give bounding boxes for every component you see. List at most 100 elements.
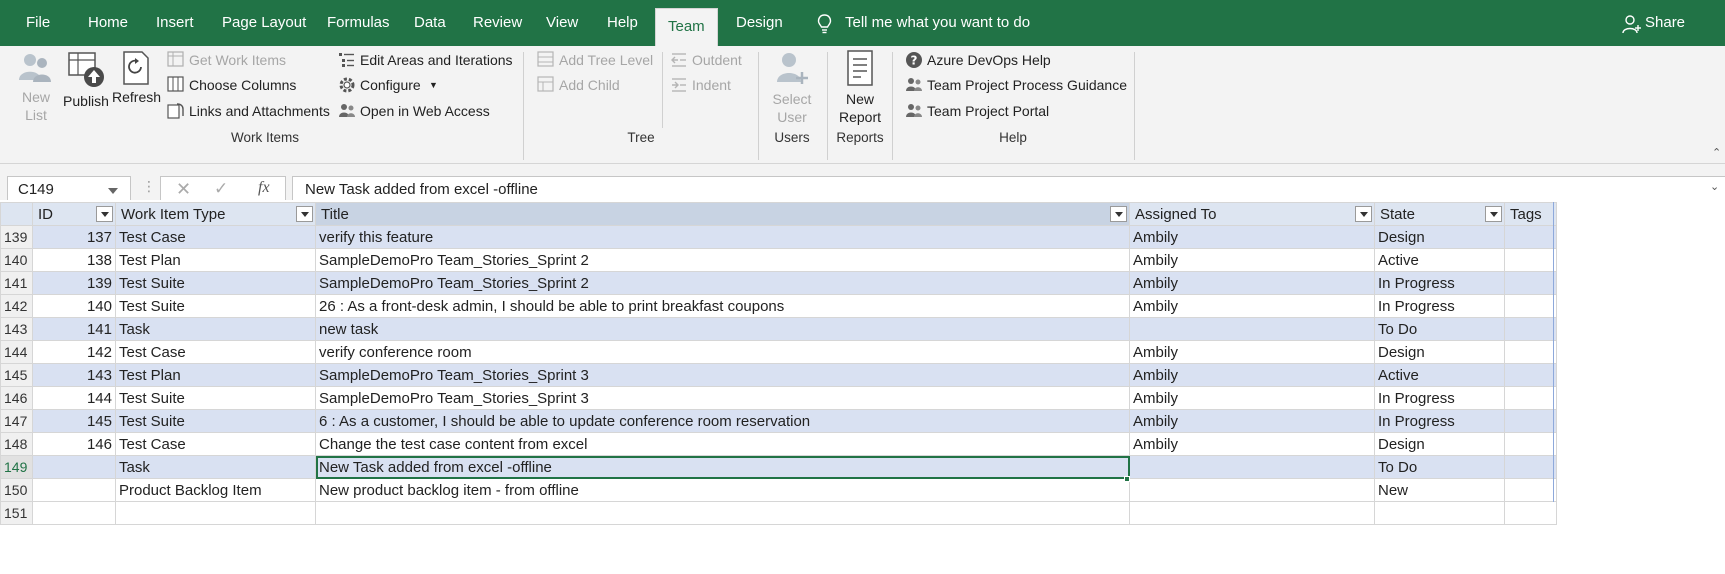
cell-state[interactable]: New (1374, 478, 1505, 502)
cell-state[interactable]: Design (1374, 225, 1505, 249)
cell-empty[interactable] (1556, 386, 1577, 410)
cell-state[interactable]: In Progress (1374, 409, 1505, 433)
table-row[interactable]: 140 138 Test Plan SampleDemoPro Team_Storie… (0, 248, 1577, 272)
cell-tags[interactable] (1504, 340, 1557, 364)
tab-team[interactable]: Team (655, 8, 718, 46)
cell-work-item-type[interactable]: Test Plan (115, 363, 316, 387)
filter-dropdown-icon[interactable] (296, 206, 313, 222)
cancel-icon[interactable]: ✕ (176, 179, 191, 200)
cell-empty[interactable] (1556, 340, 1577, 364)
cell-id[interactable] (32, 478, 116, 502)
cell-empty[interactable] (1556, 294, 1577, 318)
cell-tags[interactable] (1504, 271, 1557, 295)
cell-empty[interactable] (1556, 317, 1577, 341)
cell-tags[interactable] (1504, 363, 1557, 387)
cell-id[interactable]: 146 (32, 432, 116, 456)
table-row[interactable]: 150 Product Backlog Item New product backl… (0, 478, 1577, 502)
cell-title[interactable]: 6 : As a customer, I should be able to u… (315, 409, 1130, 433)
row-number[interactable]: 140 (0, 248, 33, 272)
cell-empty[interactable] (1556, 432, 1577, 456)
row-number[interactable]: 149 (0, 455, 33, 479)
cell-empty[interactable] (1556, 225, 1577, 249)
tab-design[interactable]: Design (736, 0, 783, 46)
cell-tags[interactable] (1504, 225, 1557, 249)
row-number[interactable]: 142 (0, 294, 33, 318)
table-row[interactable]: 142 140 Test Suite 26 : As a front-desk adm… (0, 294, 1577, 318)
select-user-button[interactable]: Select User (766, 50, 818, 126)
cell-state[interactable] (1374, 501, 1505, 525)
column-header-tags[interactable]: Tags (1504, 202, 1557, 226)
cell-tags[interactable] (1504, 478, 1557, 502)
cell-title[interactable]: SampleDemoPro Team_Stories_Sprint 2 (315, 248, 1130, 272)
name-box-chevron-down-icon[interactable] (108, 188, 118, 194)
cell-state[interactable]: Design (1374, 432, 1505, 456)
table-row[interactable]: 144 142 Test Case verify conference room Amb… (0, 340, 1577, 364)
cell-tags[interactable] (1504, 455, 1557, 479)
row-number[interactable]: 144 (0, 340, 33, 364)
cell-id[interactable] (32, 455, 116, 479)
table-row[interactable]: 149 Task New Task added from excel -offlin… (0, 455, 1577, 479)
cell-work-item-type[interactable]: Test Plan (115, 248, 316, 272)
cell-tags[interactable] (1504, 409, 1557, 433)
cell-work-item-type[interactable] (115, 501, 316, 525)
cell-assigned-to[interactable]: Ambily (1129, 409, 1375, 433)
cell-empty[interactable] (1556, 455, 1577, 479)
cell-assigned-to[interactable]: Ambily (1129, 248, 1375, 272)
cell-id[interactable]: 145 (32, 409, 116, 433)
cell-state[interactable]: To Do (1374, 455, 1505, 479)
column-header-state[interactable]: State (1374, 202, 1505, 226)
cell-work-item-type[interactable]: Test Case (115, 225, 316, 249)
cell-assigned-to[interactable] (1129, 501, 1375, 525)
cell-tags[interactable] (1504, 248, 1557, 272)
cell-id[interactable]: 144 (32, 386, 116, 410)
cell-id[interactable]: 139 (32, 271, 116, 295)
cell-tags[interactable] (1504, 432, 1557, 456)
cell-title[interactable]: New product backlog item - from offline (315, 478, 1130, 502)
cell-assigned-to[interactable]: Ambily (1129, 271, 1375, 295)
cell-assigned-to[interactable]: Ambily (1129, 225, 1375, 249)
cell-empty[interactable] (1556, 363, 1577, 387)
cell-id[interactable]: 141 (32, 317, 116, 341)
cell-work-item-type[interactable]: Test Case (115, 432, 316, 456)
row-number[interactable]: 143 (0, 317, 33, 341)
cell-work-item-type[interactable]: Product Backlog Item (115, 478, 316, 502)
cell-title[interactable]: New Task added from excel -offline (315, 455, 1130, 479)
cell-id[interactable]: 142 (32, 340, 116, 364)
cell-state[interactable]: Active (1374, 363, 1505, 387)
column-header-assigned-to[interactable]: Assigned To (1129, 202, 1375, 226)
refresh-button[interactable]: Refresh (112, 50, 161, 106)
filter-dropdown-icon[interactable] (1485, 206, 1502, 222)
cell-empty[interactable] (1556, 478, 1577, 502)
tab-formulas[interactable]: Formulas (327, 0, 390, 46)
row-number[interactable]: 145 (0, 363, 33, 387)
share-button[interactable]: Share (1645, 0, 1685, 46)
share-person-icon[interactable] (1622, 14, 1642, 34)
column-header-id[interactable]: ID (32, 202, 116, 226)
cell-id[interactable] (32, 501, 116, 525)
cell-assigned-to[interactable]: Ambily (1129, 363, 1375, 387)
cell-title[interactable]: SampleDemoPro Team_Stories_Sprint 3 (315, 386, 1130, 410)
cell-assigned-to[interactable] (1129, 478, 1375, 502)
cell-title[interactable]: 26 : As a front-desk admin, I should be … (315, 294, 1130, 318)
formula-bar-drag-handle[interactable]: ⋮ (142, 178, 156, 195)
tab-home[interactable]: Home (88, 0, 128, 46)
filter-dropdown-icon[interactable] (1110, 206, 1127, 222)
new-report-button[interactable]: New Report (834, 48, 886, 126)
cell-state[interactable]: In Progress (1374, 271, 1505, 295)
tab-help[interactable]: Help (607, 0, 638, 46)
tab-review[interactable]: Review (473, 0, 522, 46)
cell-title[interactable] (315, 501, 1130, 525)
cell-state[interactable]: In Progress (1374, 386, 1505, 410)
row-number[interactable]: 139 (0, 225, 33, 249)
publish-button[interactable]: Publish (62, 50, 110, 110)
tab-page-layout[interactable]: Page Layout (222, 0, 306, 46)
filter-dropdown-icon[interactable] (1355, 206, 1372, 222)
cell-empty[interactable] (1556, 409, 1577, 433)
row-number[interactable]: 148 (0, 432, 33, 456)
row-number[interactable]: 150 (0, 478, 33, 502)
row-number[interactable]: 151 (0, 501, 33, 525)
cell-assigned-to[interactable] (1129, 317, 1375, 341)
fill-handle[interactable] (1124, 476, 1130, 482)
new-list-button[interactable]: New List (14, 50, 58, 124)
cell-empty[interactable] (1556, 501, 1577, 525)
